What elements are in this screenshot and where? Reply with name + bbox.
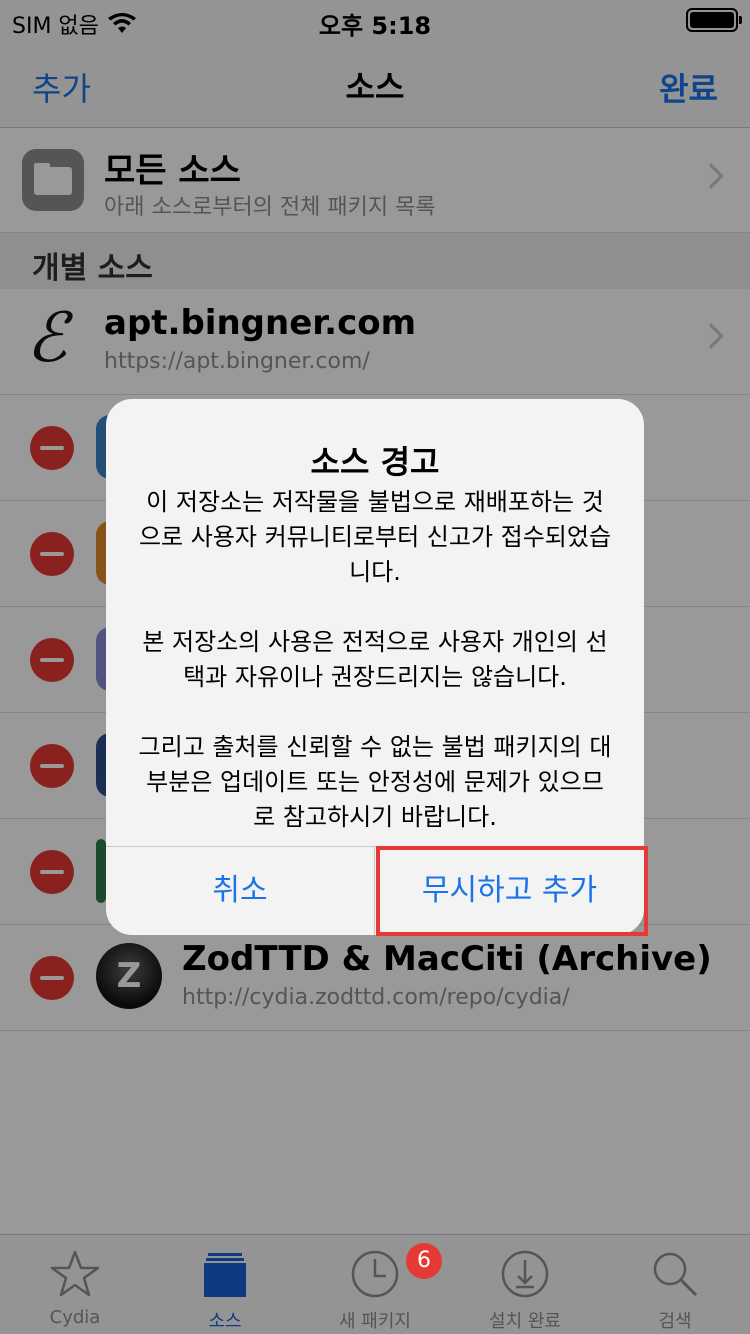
cancel-button[interactable]: 취소: [106, 847, 374, 935]
alert-message: 이 저장소는 저작물을 불법으로 재배포하는 것으로 사용자 커뮤니티로부터 신…: [138, 488, 612, 831]
highlight-box: [376, 846, 648, 936]
alert-title: 소스 경고: [310, 443, 440, 481]
notification-badge: 6: [406, 1243, 442, 1279]
